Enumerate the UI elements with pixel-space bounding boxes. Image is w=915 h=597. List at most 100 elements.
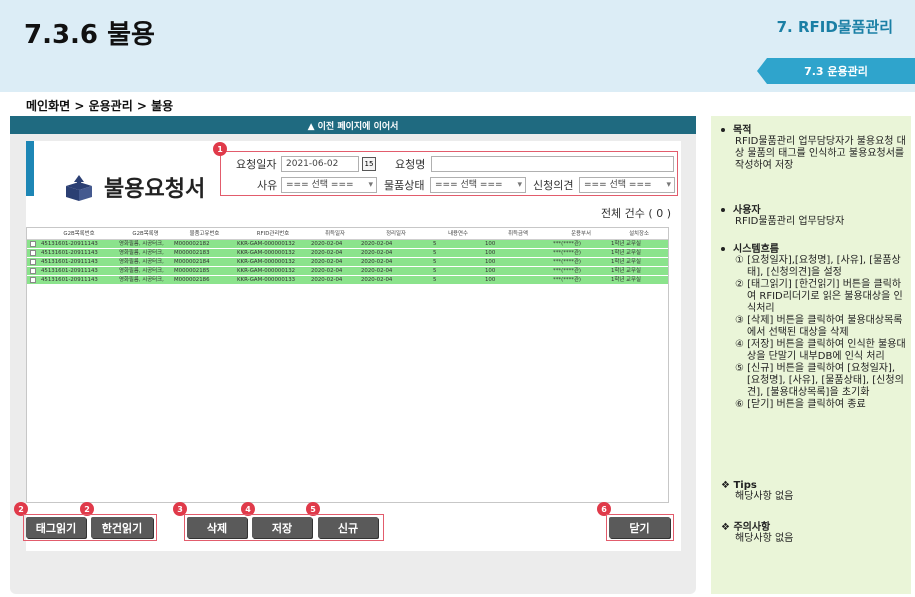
row-checkbox[interactable] [27, 258, 39, 266]
caution-section: ❖ 주의사항 해당사항 없음 [721, 518, 907, 545]
callout-badge-1: 1 [213, 142, 227, 156]
table-row[interactable]: 45131601-20911143 영화필름, 시공터크, M000002182… [27, 240, 668, 249]
cell-acquire-date: 2020-02-04 [311, 268, 343, 274]
row-checkbox[interactable] [27, 240, 39, 248]
flow-title: 시스템흐름 [733, 244, 779, 255]
cell-item-id: M000002182 [174, 241, 210, 247]
cell-location: 1학년 교무실 [611, 241, 641, 247]
breadcrumb: 메인화면 > 운용관리 > 불용 [26, 99, 174, 113]
cell-item-id: M000002183 [174, 250, 210, 256]
row-checkbox[interactable] [27, 276, 39, 284]
cell-g2b-number: 45131601-20911143 [41, 259, 98, 265]
cell-g2b-name: 영화필름, 시공터크, [119, 241, 164, 247]
user-section: 사용자 RFID물품관리 업무담당자 [721, 201, 907, 228]
cell-amount: 100 [485, 268, 496, 274]
header-check-cell [27, 228, 39, 239]
flow-step: ③ [삭제] 버튼을 클릭하여 불용대상목록에서 선택된 대상을 삭제 [735, 315, 903, 338]
close-button-group: 닫기 [606, 514, 674, 541]
purpose-title: 목적 [733, 125, 752, 136]
cell-useful-life: 5 [433, 241, 437, 247]
row-checkbox[interactable] [27, 249, 39, 257]
edit-button-group: 삭제 저장 신규 [184, 514, 384, 541]
column-header: 내용연수 [448, 231, 468, 237]
cell-settle-date: 2020-02-04 [361, 268, 393, 274]
opinion-label: 신청의견 [533, 179, 574, 192]
item-state-select[interactable]: === 선택 === [430, 177, 526, 193]
cell-settle-date: 2020-02-04 [361, 250, 393, 256]
form-heading: 불용요청서 [62, 171, 205, 203]
cell-item-id: M000002184 [174, 259, 210, 265]
disposal-target-grid[interactable]: G2B목록번호 G2B목록명 물품고유번호 RFID관리번호 취득일자 정리일자… [26, 227, 669, 503]
flow-step: ② [태그읽기] [한건읽기] 버튼을 클릭하여 RFID리더기로 읽은 불용대… [735, 279, 903, 314]
column-header: RFID관리번호 [256, 231, 290, 237]
page-title: 7.3.6 불용 [24, 20, 155, 50]
tips-section: ❖ Tips 해당사항 없음 [721, 480, 907, 503]
screen-panel: ▲ 이전 페이지에 이어서 불용요청서 요청일자 2021-06-02 15 요… [10, 116, 696, 594]
cell-rfid-number: KKR-GAM-000000132 [237, 259, 296, 265]
cell-acquire-date: 2020-02-04 [311, 241, 343, 247]
cell-useful-life: 5 [433, 277, 437, 283]
row-checkbox[interactable] [27, 267, 39, 275]
box-upload-icon [66, 175, 92, 201]
cell-g2b-name: 영화필름, 시공터크, [119, 259, 164, 265]
cell-useful-life: 5 [433, 250, 437, 256]
cell-department: ***(****관) [553, 250, 582, 256]
opinion-select[interactable]: === 선택 === [579, 177, 675, 193]
cell-settle-date: 2020-02-04 [361, 241, 393, 247]
calendar-icon[interactable]: 15 [362, 157, 376, 171]
table-row[interactable]: 45131601-20911143 영화필름, 시공터크, M000002183… [27, 249, 668, 258]
table-row[interactable]: 45131601-20911143 영화필름, 시공터크, M000002185… [27, 267, 668, 276]
cell-g2b-number: 45131601-20911143 [41, 268, 98, 274]
cell-rfid-number: KKR-GAM-000000133 [237, 277, 296, 283]
cell-location: 1학년 교무실 [611, 277, 641, 283]
cell-amount: 100 [485, 250, 496, 256]
reason-label: 사유 [257, 179, 278, 192]
filter-area: 요청일자 2021-06-02 15 요청명 사유 === 선택 === 물품상… [220, 151, 678, 196]
column-header: 취득금액 [508, 231, 528, 237]
diamond-bullet-icon: ❖ [721, 522, 734, 533]
table-row[interactable]: 45131601-20911143 영화필름, 시공터크, M000002184… [27, 258, 668, 267]
single-read-button[interactable]: 한건읽기 [91, 517, 153, 538]
chapter-title: 7. RFID물품관리 [776, 18, 893, 36]
user-body: RFID물품관리 업무담당자 [735, 216, 845, 227]
purpose-section: 목적 RFID물품관리 업무담당자가 불용요청 대상 물품의 태그를 인식하고 … [721, 121, 907, 172]
cell-g2b-number: 45131601-20911143 [41, 250, 98, 256]
delete-button[interactable]: 삭제 [187, 517, 247, 538]
accent-bar [26, 141, 34, 196]
cell-settle-date: 2020-02-04 [361, 277, 393, 283]
column-header: 운용부서 [571, 231, 591, 237]
cell-amount: 100 [485, 241, 496, 247]
tips-title: Tips [733, 480, 757, 491]
flow-step: ④ [저장] 버튼을 클릭하여 인식한 불용대상을 단말기 내부DB에 인식 처… [735, 339, 906, 362]
document-header: 7.3.6 불용 7. RFID물품관리 7.3 운용관리 [0, 0, 915, 92]
cell-location: 1학년 교무실 [611, 259, 641, 265]
reason-select[interactable]: === 선택 === [281, 177, 377, 193]
flow-step: ⑥ [닫기] 버튼을 클릭하여 종료 [735, 399, 866, 410]
request-name-input[interactable] [431, 156, 674, 172]
flow-step: ① [요청일자],[요청명], [사유], [물품상태], [신청의견]을 설정 [735, 255, 901, 278]
flow-section: 시스템흐름 ① [요청일자],[요청명], [사유], [물품상태], [신청의… [721, 240, 907, 411]
new-button[interactable]: 신규 [318, 517, 378, 538]
column-header: G2B목록번호 [63, 231, 95, 237]
read-button-group: 태그읽기 한건읽기 [23, 514, 157, 541]
save-button[interactable]: 저장 [252, 517, 312, 538]
disposal-request-form: 불용요청서 요청일자 2021-06-02 15 요청명 사유 === 선택 =… [26, 141, 681, 551]
tag-read-button[interactable]: 태그읽기 [26, 517, 86, 538]
cell-item-id: M000002185 [174, 268, 210, 274]
column-header: 설치장소 [629, 231, 649, 237]
tips-body: 해당사항 없음 [735, 491, 794, 502]
diamond-bullet-icon: ❖ [721, 480, 734, 491]
cell-acquire-date: 2020-02-04 [311, 250, 343, 256]
table-row[interactable]: 45131601-20911143 영화필름, 시공터크, M000002186… [27, 276, 668, 285]
request-date-input[interactable]: 2021-06-02 [281, 156, 359, 172]
column-header: 물품고유번호 [189, 231, 220, 237]
cell-department: ***(****관) [553, 268, 582, 274]
close-button[interactable]: 닫기 [609, 517, 670, 538]
cell-g2b-name: 영화필름, 시공터크, [119, 250, 164, 256]
total-count: 전체 건수 ( 0 ) [600, 207, 671, 220]
cell-g2b-number: 45131601-20911143 [41, 241, 98, 247]
cell-g2b-name: 영화필름, 시공터크, [119, 268, 164, 274]
description-panel: 목적 RFID물품관리 업무담당자가 불용요청 대상 물품의 태그를 인식하고 … [711, 116, 911, 594]
cell-g2b-number: 45131601-20911143 [41, 277, 98, 283]
caution-title: 주의사항 [733, 522, 771, 533]
